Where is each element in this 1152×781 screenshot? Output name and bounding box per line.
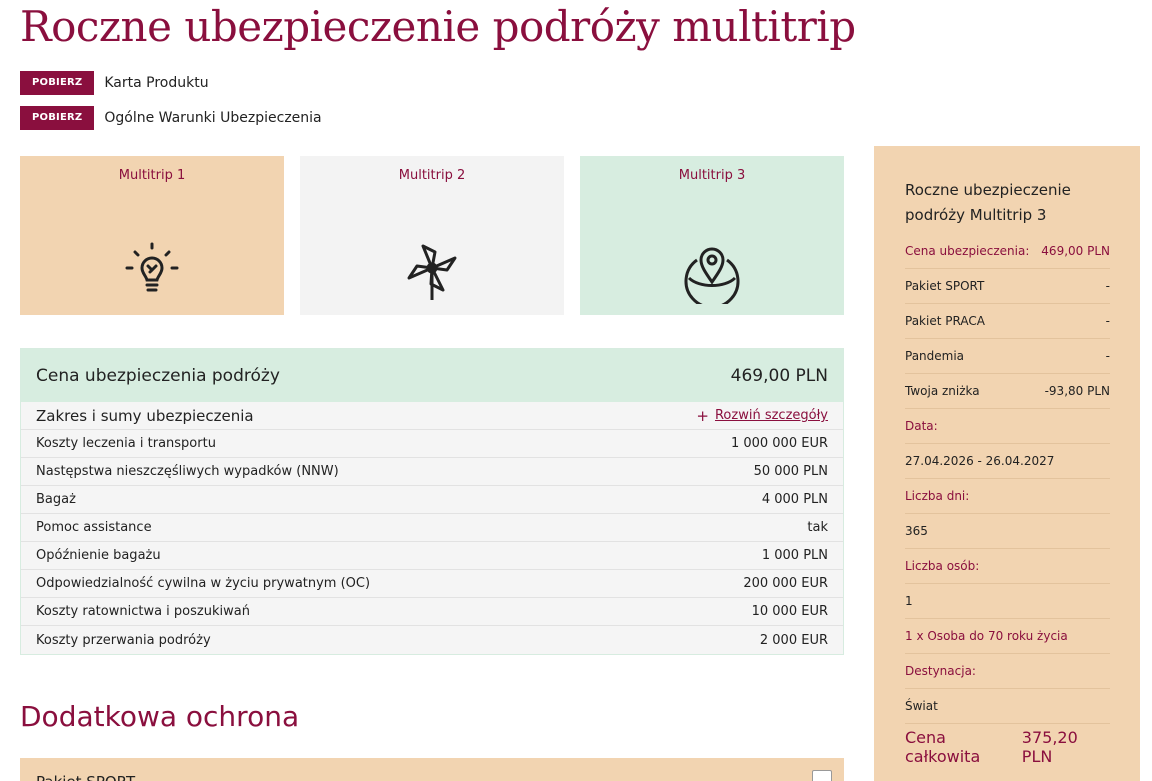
summary-row-persons-value: 1: [905, 584, 1110, 619]
summary-row-sport: Pakiet SPORT -: [905, 269, 1110, 304]
expand-details-link[interactable]: + Rozwiń szczegóły: [696, 407, 828, 425]
coverage-name: Pomoc assistance: [36, 520, 152, 535]
summary-value: 27.04.2026 - 26.04.2027: [905, 454, 1055, 468]
sport-package-option[interactable]: Pakiet SPORT: [20, 758, 844, 781]
download-label[interactable]: Karta Produktu: [104, 75, 208, 91]
coverage-row: Opóźnienie bagażu 1 000 PLN: [21, 542, 843, 570]
coverage-row: Bagaż 4 000 PLN: [21, 486, 843, 514]
coverage-name: Następstwa nieszczęśliwych wypadków (NNW…: [36, 464, 339, 479]
expand-details-label[interactable]: Rozwiń szczegóły: [715, 408, 828, 423]
coverage-row: Pomoc assistance tak: [21, 514, 843, 542]
download-badge[interactable]: POBIERZ: [20, 106, 95, 130]
download-general-terms-link[interactable]: POBIERZ Ogólne Warunki Ubezpieczenia: [20, 106, 322, 130]
summary-total: Cena całkowita 375,20 PLN: [905, 724, 1110, 770]
summary-value: -93,80 PLN: [1044, 384, 1110, 398]
coverage-value: 10 000 EUR: [751, 604, 828, 619]
summary-value: -: [1105, 314, 1110, 328]
coverage-row: Koszty przerwania podróży 2 000 EUR: [21, 626, 843, 654]
coverage-name: Koszty przerwania podróży: [36, 632, 211, 648]
coverage-name: Bagaż: [36, 492, 76, 507]
coverage-row: Koszty leczenia i transportu 1 000 000 EU…: [21, 430, 843, 458]
summary-label: Pakiet SPORT: [905, 279, 985, 293]
summary-title: Roczne ubezpieczenie podróży Multitrip 3: [905, 181, 1071, 224]
coverage-value: 50 000 PLN: [753, 464, 828, 479]
total-value: 375,20 PLN: [1021, 728, 1078, 766]
plan-card-multitrip-1[interactable]: Multitrip 1: [20, 156, 284, 315]
coverage-title: Zakres i sumy ubezpieczenia: [36, 406, 254, 425]
coverage-header: Zakres i sumy ubezpieczenia + Rozwiń szc…: [21, 402, 843, 430]
summary-label: Pakiet PRACA: [905, 314, 985, 328]
summary-label: Liczba dni:: [905, 489, 970, 503]
price-panel: Cena ubezpieczenia podróży 469,00 PLN Za…: [20, 348, 844, 655]
summary-row-days-label: Liczba dni:: [905, 479, 1110, 514]
summary-row-price: Cena ubezpieczenia: 469,00 PLN: [905, 234, 1110, 269]
sport-package-checkbox[interactable]: [812, 770, 832, 781]
coverage-value: 4 000 PLN: [761, 492, 828, 507]
coverage-value: 1 000 PLN: [761, 548, 828, 563]
coverage-value: 1 000 000 EUR: [730, 436, 828, 451]
sport-package-label: Pakiet SPORT: [36, 773, 135, 781]
price-header: Cena ubezpieczenia podróży 469,00 PLN: [21, 349, 843, 402]
summary-value: 1: [905, 594, 913, 608]
summary-row-discount: Twoja zniżka -93,80 PLN: [905, 374, 1110, 409]
summary-label: Liczba osób:: [905, 559, 980, 573]
coverage-name: Odpowiedzialność cywilna w życiu prywatn…: [36, 576, 371, 591]
plan-card-multitrip-3[interactable]: Multitrip 3: [580, 156, 844, 315]
summary-value: 469,00 PLN: [1041, 244, 1110, 258]
globe-pin-icon: [684, 247, 740, 304]
pinwheel-icon: [407, 244, 457, 300]
coverage-name: Opóźnienie bagażu: [36, 548, 161, 563]
summary-row-persons-label: Liczba osób:: [905, 549, 1110, 584]
coverage-value: tak: [807, 520, 828, 535]
summary-row-destination-value: Świat: [905, 689, 1110, 724]
summary-row-work: Pakiet PRACA -: [905, 304, 1110, 339]
coverage-row: Odpowiedzialność cywilna w życiu prywatn…: [21, 570, 843, 598]
coverage-name: Koszty leczenia i transportu: [36, 436, 216, 451]
summary-label: Pandemia: [905, 349, 965, 363]
summary-label: Cena ubezpieczenia:: [905, 244, 1030, 258]
summary-row-pandemic: Pandemia -: [905, 339, 1110, 374]
summary-row-person-type: 1 x Osoba do 70 roku życia: [905, 619, 1110, 654]
plan-selector: Multitrip 1 Multitrip 2 Multitrip 3: [20, 156, 844, 315]
download-badge[interactable]: POBIERZ: [20, 71, 95, 95]
lightbulb-icon: [125, 242, 179, 292]
coverage-value: 2 000 EUR: [759, 632, 828, 648]
summary-value: -: [1105, 279, 1110, 293]
additional-protection-title: Dodatkowa ochrona: [20, 700, 300, 733]
coverage-row: Następstwa nieszczęśliwych wypadków (NNW…: [21, 458, 843, 486]
price-label: Cena ubezpieczenia podróży: [36, 365, 280, 386]
summary-row-destination-label: Destynacja:: [905, 654, 1110, 689]
summary-value: -: [1105, 349, 1110, 363]
download-product-card-link[interactable]: POBIERZ Karta Produktu: [20, 71, 209, 95]
summary-row-date-label: Data:: [905, 409, 1110, 444]
plan-title: Multitrip 3: [678, 168, 746, 183]
summary-value: 365: [905, 524, 928, 538]
order-summary: Roczne ubezpieczenie podróży Multitrip 3…: [874, 146, 1140, 781]
summary-label: Destynacja:: [905, 664, 976, 678]
plan-title: Multitrip 2: [398, 168, 466, 183]
summary-row-days-value: 365: [905, 514, 1110, 549]
summary-row-date-value: 27.04.2026 - 26.04.2027: [905, 444, 1110, 479]
plus-icon[interactable]: +: [696, 407, 709, 425]
total-label: Cena całkowita: [905, 728, 981, 766]
coverage-value: 200 000 EUR: [743, 576, 828, 591]
coverage-row: Koszty ratownictwa i poszukiwań 10 000 EU…: [21, 598, 843, 626]
summary-value: 1 x Osoba do 70 roku życia: [905, 629, 1068, 643]
plan-title: Multitrip 1: [118, 168, 186, 183]
price-value: 469,00 PLN: [730, 365, 828, 386]
download-label[interactable]: Ogólne Warunki Ubezpieczenia: [104, 110, 321, 126]
summary-value: Świat: [905, 699, 938, 713]
page-title: Roczne ubezpieczenie podróży multitrip: [20, 2, 856, 51]
plan-card-multitrip-2[interactable]: Multitrip 2: [300, 156, 564, 315]
summary-label: Twoja zniżka: [905, 384, 980, 398]
summary-label: Data:: [905, 419, 938, 433]
coverage-name: Koszty ratownictwa i poszukiwań: [36, 604, 250, 619]
